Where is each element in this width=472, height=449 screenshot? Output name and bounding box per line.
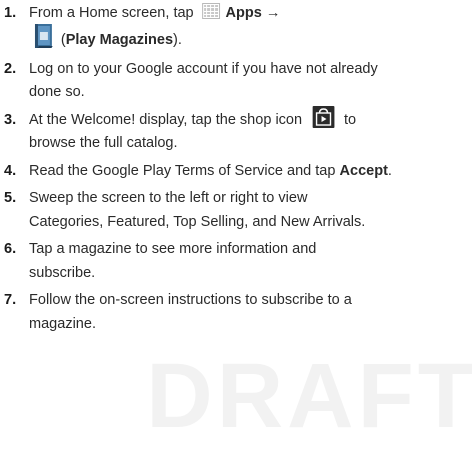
step-5: 5. Sweep the screen to the left or right… bbox=[0, 187, 472, 234]
step-text: Read the Google Play Terms of Service an… bbox=[29, 162, 336, 179]
apps-grid-icon bbox=[201, 3, 220, 20]
step-line: (Play Magazines). bbox=[29, 23, 470, 54]
step-number: 1. bbox=[4, 5, 17, 21]
step-1: 1. From a Home screen, tap Apps → (Play … bbox=[0, 2, 472, 54]
step-number: 6. bbox=[4, 241, 17, 257]
step-text: Follow the on-screen instructions to sub… bbox=[29, 292, 352, 308]
step-2: 2. Log on to your Google account if you … bbox=[0, 58, 472, 105]
step-text: browse the full catalog. bbox=[29, 135, 178, 151]
step-line: Read the Google Play Terms of Service an… bbox=[29, 160, 470, 184]
step-line: From a Home screen, tap Apps → bbox=[29, 2, 470, 26]
paren-close: ). bbox=[173, 31, 182, 48]
play-magazines-label: Play Magazines bbox=[65, 31, 174, 48]
step-number: 7. bbox=[4, 292, 17, 308]
step-number: 4. bbox=[4, 162, 17, 179]
accept-label: Accept bbox=[339, 162, 388, 179]
play-magazines-icon bbox=[33, 22, 55, 50]
step-text: At the Welcome! display, tap the shop ic… bbox=[29, 111, 303, 128]
step-4: 4. Read the Google Play Terms of Service… bbox=[0, 160, 472, 184]
step-number: 5. bbox=[4, 190, 17, 206]
step-text: . bbox=[387, 162, 392, 179]
step-text: Log on to your Google account if you hav… bbox=[29, 60, 378, 77]
step-line: At the Welcome! display, tap the shop ic… bbox=[29, 105, 470, 133]
apps-label: Apps → bbox=[225, 5, 281, 21]
step-text: magazine. bbox=[29, 315, 97, 332]
instruction-steps: 1. From a Home screen, tap Apps → (Play … bbox=[0, 2, 472, 336]
step-text: From a Home screen, tap bbox=[29, 5, 194, 21]
step-text: Tap a magazine to see more information a… bbox=[29, 241, 317, 257]
background-watermark: DRAFT bbox=[146, 345, 472, 447]
step-number: 3. bbox=[4, 111, 17, 128]
step-number: 2. bbox=[4, 60, 17, 77]
step-3: 3. At the Welcome! display, tap the shop… bbox=[0, 105, 472, 156]
step-7: 7. Follow the on-screen instructions to … bbox=[0, 289, 472, 336]
step-text: done so. bbox=[29, 84, 85, 100]
step-text: Sweep the screen to the left or right to… bbox=[29, 190, 308, 206]
play-store-shop-icon bbox=[312, 105, 334, 128]
step-text: subscribe. bbox=[29, 264, 96, 281]
step-6: 6. Tap a magazine to see more informatio… bbox=[0, 238, 472, 285]
step-text: Categories, Featured, Top Selling, and N… bbox=[29, 213, 366, 230]
step-text: to bbox=[344, 111, 357, 128]
